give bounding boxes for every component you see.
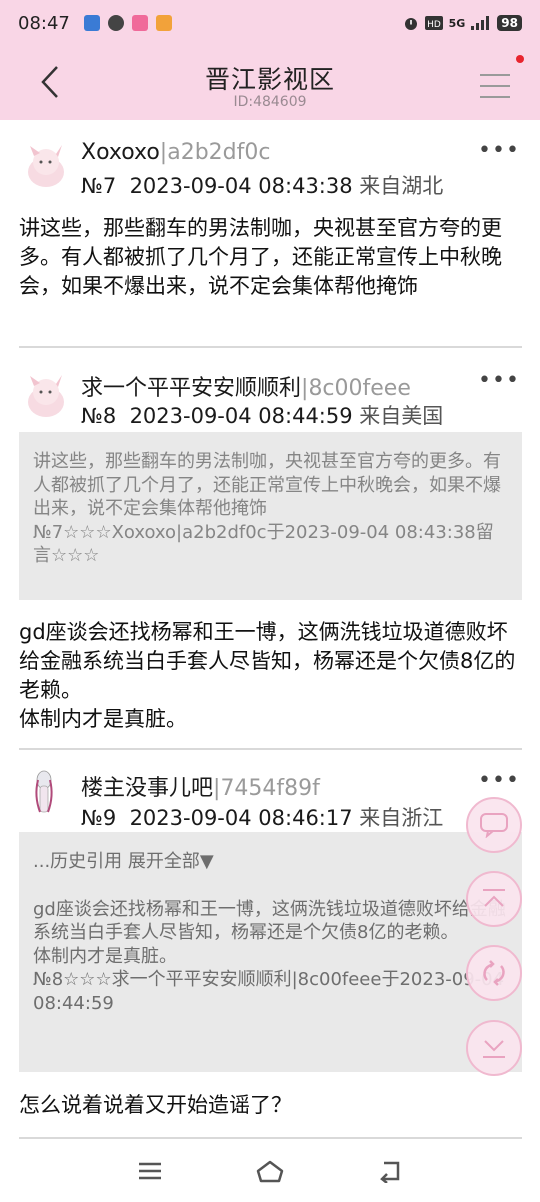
author-name[interactable]: 楼主没事儿吧 [81,776,213,801]
post-body: 讲这些，那些翻车的男法制咖，央视甚至官方夸的更多。有人都被抓了几个月了，还能正常… [19,216,502,298]
scroll-bottom-button[interactable] [466,1020,522,1076]
hd-icon: HD [424,16,443,30]
more-options-button[interactable]: ••• [478,768,520,793]
battery-level: 98 [497,15,522,31]
quote-reference: №8☆☆☆求一个平平安安顺顺利|8c00feee于2023-09-04 08:4… [33,969,505,1014]
alarm-icon [404,18,417,30]
page-title: 晋江影视区 [204,65,335,94]
hamburger-line [480,85,510,87]
board-id: ID:484609 [233,94,307,110]
notification-dot [516,55,524,63]
status-time: 08:47 [18,12,70,34]
quote-reference: №7☆☆☆Xoxoxo|a2b2df0c于2023-09-04 08:43:38… [33,521,494,567]
floor-number: №7 [81,174,117,198]
menu-button[interactable] [476,68,512,104]
divider [19,748,522,750]
floor-number: №9 [81,806,117,830]
avatar[interactable] [20,370,70,420]
back-icon [380,1161,400,1183]
quote-text: 体制内才是真脏。 [33,945,177,967]
quote-text: 讲这些，那些翻车的男法制咖，央视甚至官方夸的更多。有人都被抓了几个月了，还能正常… [33,451,501,519]
post-body-line: gd座谈会还找杨幂和王一博，这俩洗钱垃圾道德败坏给金融系统当白手套人尽皆知，杨幂… [19,620,516,702]
post-body: 怎么说着说着又开始造谣了？ [19,1093,292,1117]
app-header: 晋江影视区 ID:484609 [0,46,540,120]
post-body-line: 体制内才是真脏。 [19,707,187,731]
hamburger-menu-icon [480,74,510,76]
quote-box: 讲这些，那些翻车的男法制咖，央视甚至官方夸的更多。有人都被抓了几个月了，还能正常… [19,432,522,600]
app-notification-icon [131,15,148,31]
status-bar: 08:47 HD 5G 98 [0,0,540,46]
post-meta: №8 2023-09-04 08:44:59 来自美国 [81,400,443,430]
avatar[interactable] [20,768,70,818]
more-options-button[interactable]: ••• [478,368,520,393]
post-meta: №9 2023-09-04 08:46:17 来自浙江 [81,802,443,832]
more-options-button[interactable]: ••• [478,138,520,163]
floor-number: №8 [81,404,117,428]
signal-icon [471,16,490,30]
home-icon [256,1160,284,1183]
quote-box: ...历史引用 展开全部▼ gd座谈会还找杨幂和王一博，这俩洗钱垃圾道德败坏给金… [19,832,522,1072]
refresh-button[interactable] [466,945,522,1001]
post-datetime: 2023-09-04 08:44:59 [129,404,353,428]
user-id: 7454f89f [220,776,320,801]
nav-back-button[interactable] [370,1154,410,1188]
divider [19,346,522,348]
author-line: 求一个平平安安顺顺利|8c00feee [81,370,411,402]
comment-icon [480,813,508,838]
author-name[interactable]: 求一个平平安安顺顺利 [81,376,301,401]
author-name[interactable]: Xoxoxo [81,140,160,165]
divider [19,1137,522,1139]
app-notification-icon [155,15,172,31]
post-location: 来自湖北 [359,174,444,198]
app-notification-icon [83,15,100,31]
home-button[interactable] [250,1154,290,1188]
system-nav-bar [0,1140,540,1202]
hamburger-line [480,96,510,98]
refresh-icon [483,960,505,986]
recent-apps-icon [139,1162,161,1180]
post-location: 来自浙江 [359,806,444,830]
comment-button[interactable] [466,797,522,853]
post-datetime: 2023-09-04 08:46:17 [129,806,353,830]
author-line: 楼主没事儿吧|7454f89f [81,770,320,802]
recent-apps-button[interactable] [130,1154,170,1188]
app-notification-icon [107,15,124,31]
avatar[interactable] [20,140,70,190]
expand-history-link[interactable]: ...历史引用 展开全部▼ [33,850,508,874]
post-body: gd座谈会还找杨幂和王一博，这俩洗钱垃圾道德败坏给金融系统当白手套人尽皆知，杨幂… [19,618,525,734]
status-right: HD 5G 98 [403,15,522,31]
post-meta: №7 2023-09-04 08:43:38 来自湖北 [81,170,443,200]
scroll-top-icon [483,889,505,907]
post-location: 来自美国 [359,404,444,428]
author-line: Xoxoxo|a2b2df0c [81,140,270,165]
user-id: a2b2df0c [167,140,271,165]
quote-text: gd座谈会还找杨幂和王一博，这俩洗钱垃圾道德败坏给金融系统当白手套人尽皆知，杨幂… [33,898,506,944]
quote-spacer [33,874,508,898]
network-type: 5G [448,16,466,30]
status-left: 08:47 [18,13,172,34]
svg-text:HD: HD [427,20,441,30]
user-id: 8c00feee [308,376,411,401]
scroll-top-button[interactable] [466,871,522,927]
scroll-bottom-icon [483,1040,505,1058]
post-datetime: 2023-09-04 08:43:38 [129,174,353,198]
